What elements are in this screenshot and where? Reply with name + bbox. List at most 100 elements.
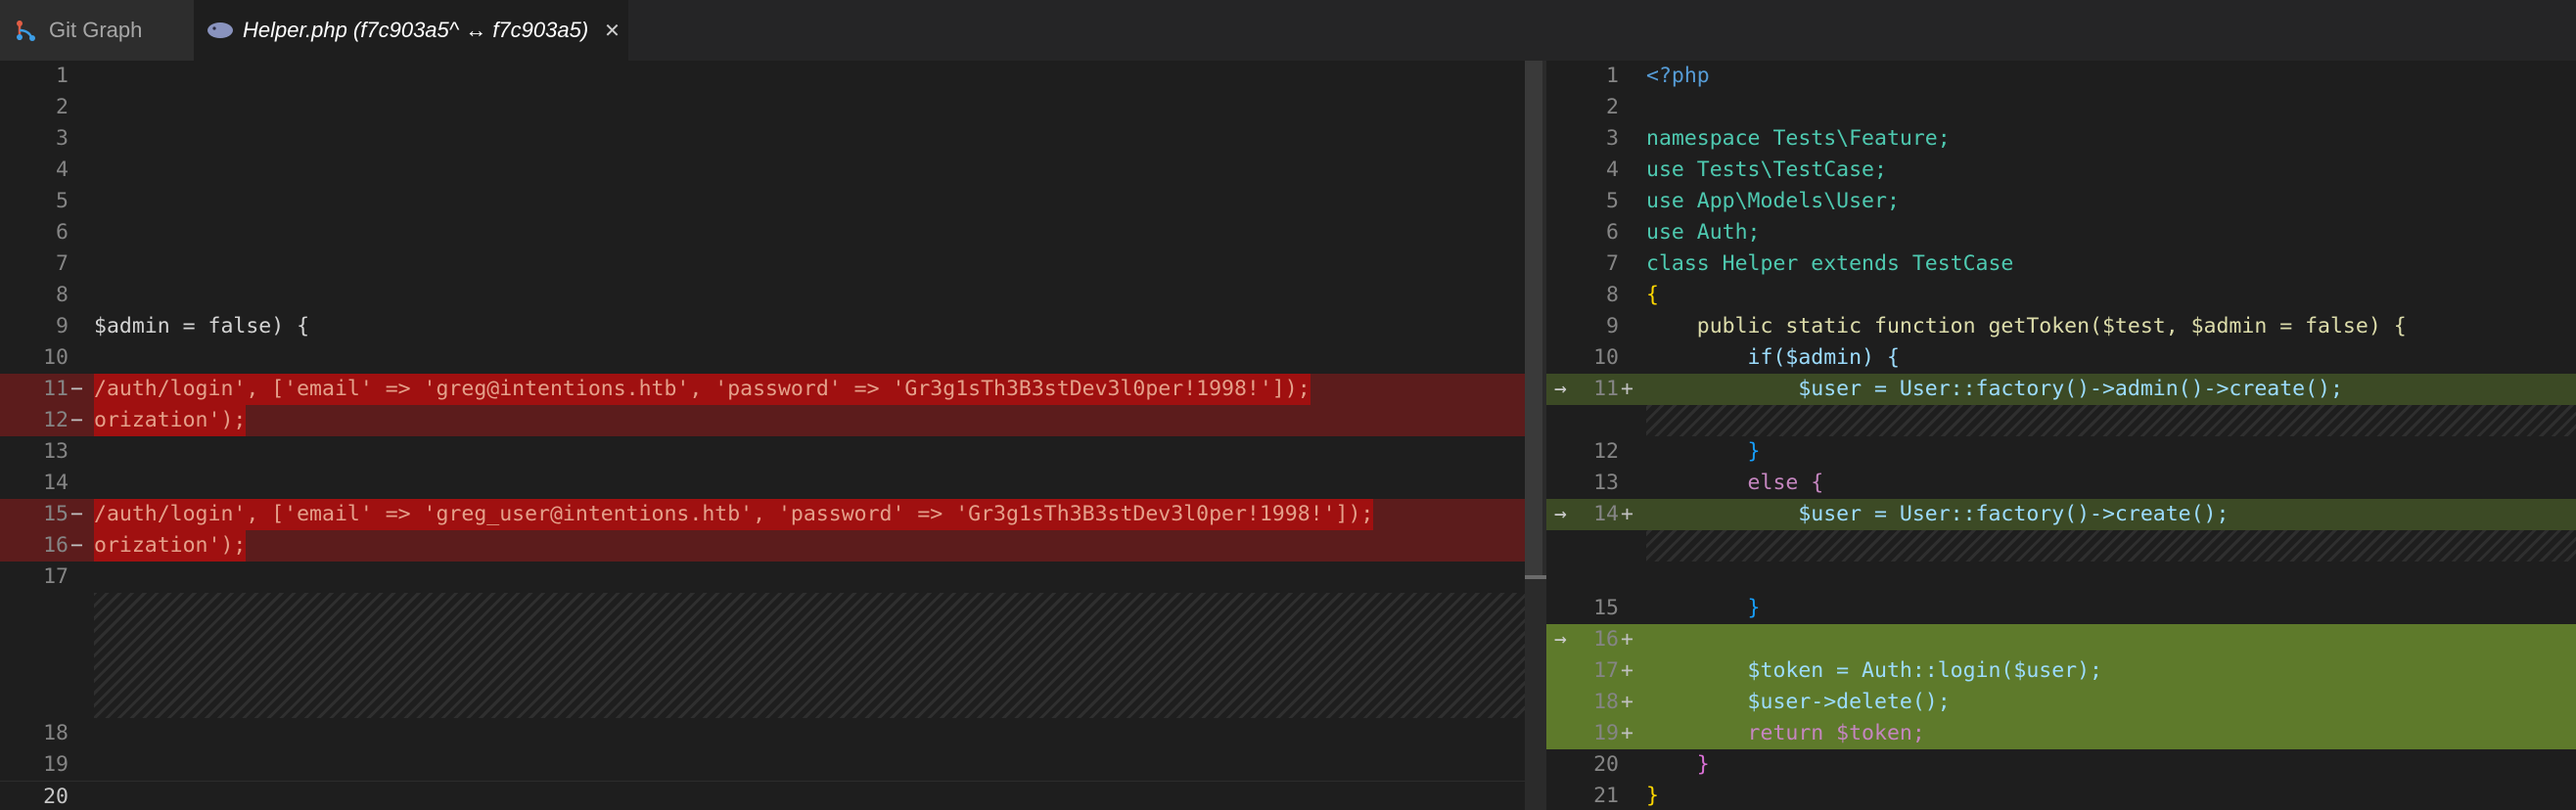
code-text: class Helper extends TestCase xyxy=(1646,251,2014,276)
line-number: 6 xyxy=(1606,220,1619,245)
line-number: 3 xyxy=(1606,126,1619,151)
code-text: if($admin) { xyxy=(1646,345,1900,370)
line-number: 18 xyxy=(1593,690,1619,714)
code-text: use Auth; xyxy=(1646,220,1761,245)
scroll-position-marker xyxy=(1525,575,1546,579)
tab-helper-php-diff[interactable]: Helper.php (f7c903a5^ ↔ f7c903a5) ✕ xyxy=(194,0,628,61)
line-number: 2 xyxy=(56,95,69,119)
line-number: 12 xyxy=(43,408,69,432)
insertion-marker: + xyxy=(1621,690,1633,714)
git-graph-icon xyxy=(14,18,39,43)
line-number: 17 xyxy=(1593,658,1619,683)
line-number: 6 xyxy=(56,220,69,245)
deleted-line: 15−/auth/login', ['email' => 'greg_user@… xyxy=(0,499,1525,530)
code-line: 10 xyxy=(0,342,1525,374)
scrollbar-thumb[interactable] xyxy=(1525,61,1542,579)
code-text: } xyxy=(1646,752,1710,777)
inserted-line: → 11 + $user = User::factory()->admin()->c… xyxy=(1546,374,2576,405)
code-line: 3 namespace Tests\Feature; xyxy=(1546,123,2576,155)
deletion-marker: − xyxy=(70,377,83,401)
code-text: $user->delete(); xyxy=(1646,690,1951,714)
line-number: 15 xyxy=(43,502,69,526)
code-line: 9 $admin = false) { xyxy=(0,311,1525,342)
code-line: 13 xyxy=(0,436,1525,468)
line-number: 4 xyxy=(1606,158,1619,182)
code-line: 1 xyxy=(0,61,1525,92)
code-text: { xyxy=(1646,283,1659,307)
line-number: 1 xyxy=(1606,64,1619,88)
code-line: 19 xyxy=(0,749,1525,781)
code-text: /auth/login', ['email' => 'greg@intentio… xyxy=(94,374,1311,405)
current-line: 20 xyxy=(0,781,1525,810)
code-line: 12 } xyxy=(1546,436,2576,468)
line-number: 13 xyxy=(43,439,69,464)
insertion-marker: + xyxy=(1621,627,1633,652)
code-text: use App\Models\User; xyxy=(1646,189,1900,213)
line-number: 4 xyxy=(56,158,69,182)
code-text: /auth/login', ['email' => 'greg_user@int… xyxy=(94,499,1374,530)
line-number: 10 xyxy=(43,345,69,370)
code-line: 9 public static function getToken($test,… xyxy=(1546,311,2576,342)
code-line: 18 xyxy=(0,718,1525,749)
insertion-marker: + xyxy=(1621,377,1633,401)
tab-git-graph[interactable]: Git Graph xyxy=(0,0,194,61)
line-number: 20 xyxy=(43,785,69,809)
line-number: 19 xyxy=(43,752,69,777)
pane-scrollbar[interactable] xyxy=(1525,61,1546,810)
code-line: 8{ xyxy=(1546,280,2576,311)
deleted-line: 12− orization'); xyxy=(0,405,1525,436)
code-line: 5 use App\Models\User; xyxy=(1546,186,2576,217)
line-number: 8 xyxy=(1606,283,1619,307)
inserted-line: → 14 + $user = User::factory()->create(); xyxy=(1546,499,2576,530)
line-number: 14 xyxy=(1593,502,1619,526)
code-line: 6 use Auth; xyxy=(1546,217,2576,248)
code-line: 20 } xyxy=(1546,749,2576,781)
line-number: 7 xyxy=(56,251,69,276)
code-line: 10 if($admin) { xyxy=(1546,342,2576,374)
diff-filler-region xyxy=(1646,530,2576,562)
code-line: 17 xyxy=(0,562,1525,593)
code-line: 7 class Helper extends TestCase xyxy=(1546,248,2576,280)
code-line: 4 xyxy=(0,155,1525,186)
code-text: $token = Auth::login($user); xyxy=(1646,658,2102,683)
code-text: orization'); xyxy=(94,530,247,562)
code-text: public static function getToken($test, $… xyxy=(1646,314,2407,338)
editor-tab-bar: Git Graph Helper.php (f7c903a5^ ↔ f7c903… xyxy=(0,0,2576,61)
code-line: 3 xyxy=(0,123,1525,155)
line-number: 8 xyxy=(56,283,69,307)
line-number: 17 xyxy=(43,564,69,589)
code-text: use Tests\TestCase; xyxy=(1646,158,1887,182)
php-elephant-icon xyxy=(206,19,235,42)
code-line: 21} xyxy=(1546,781,2576,810)
close-icon[interactable]: ✕ xyxy=(604,19,621,43)
diff-original-pane[interactable]: 1 2 3 4 5 6 7 8 9 $admin = false) { 10 11… xyxy=(0,61,1525,810)
diff-filler-region xyxy=(94,593,1525,718)
code-line: 6 xyxy=(0,217,1525,248)
line-number: 11 xyxy=(1593,377,1619,401)
line-number: 21 xyxy=(1593,784,1619,808)
line-number: 1 xyxy=(56,64,69,88)
deletion-marker: − xyxy=(70,408,83,432)
code-line: 8 xyxy=(0,280,1525,311)
line-number: 9 xyxy=(1606,314,1619,338)
line-number: 3 xyxy=(56,126,69,151)
line-number: 11 xyxy=(43,377,69,401)
code-line: 15 } xyxy=(1546,593,2576,624)
line-number: 7 xyxy=(1606,251,1619,276)
code-line: 2 xyxy=(0,92,1525,123)
code-text: } xyxy=(1646,784,1659,808)
inserted-line: 19 + return $token; xyxy=(1546,718,2576,749)
diff-filler-region xyxy=(1646,405,2576,436)
line-number: 14 xyxy=(43,471,69,495)
insertion-marker: + xyxy=(1621,721,1633,745)
code-text: } xyxy=(1646,439,1761,464)
deletion-marker: − xyxy=(70,502,83,526)
line-number: 12 xyxy=(1593,439,1619,464)
code-text: } xyxy=(1646,596,1761,620)
code-line: 5 xyxy=(0,186,1525,217)
code-text: $user = User::factory()->create(); xyxy=(1646,502,2230,526)
diff-modified-pane[interactable]: 1 <?php 2 3 namespace Tests\Feature; 4 use … xyxy=(1546,61,2576,810)
line-number: 16 xyxy=(1593,627,1619,652)
tab-label: Helper.php (f7c903a5^ ↔ f7c903a5) xyxy=(243,18,589,42)
code-text: <?php xyxy=(1646,64,1710,88)
